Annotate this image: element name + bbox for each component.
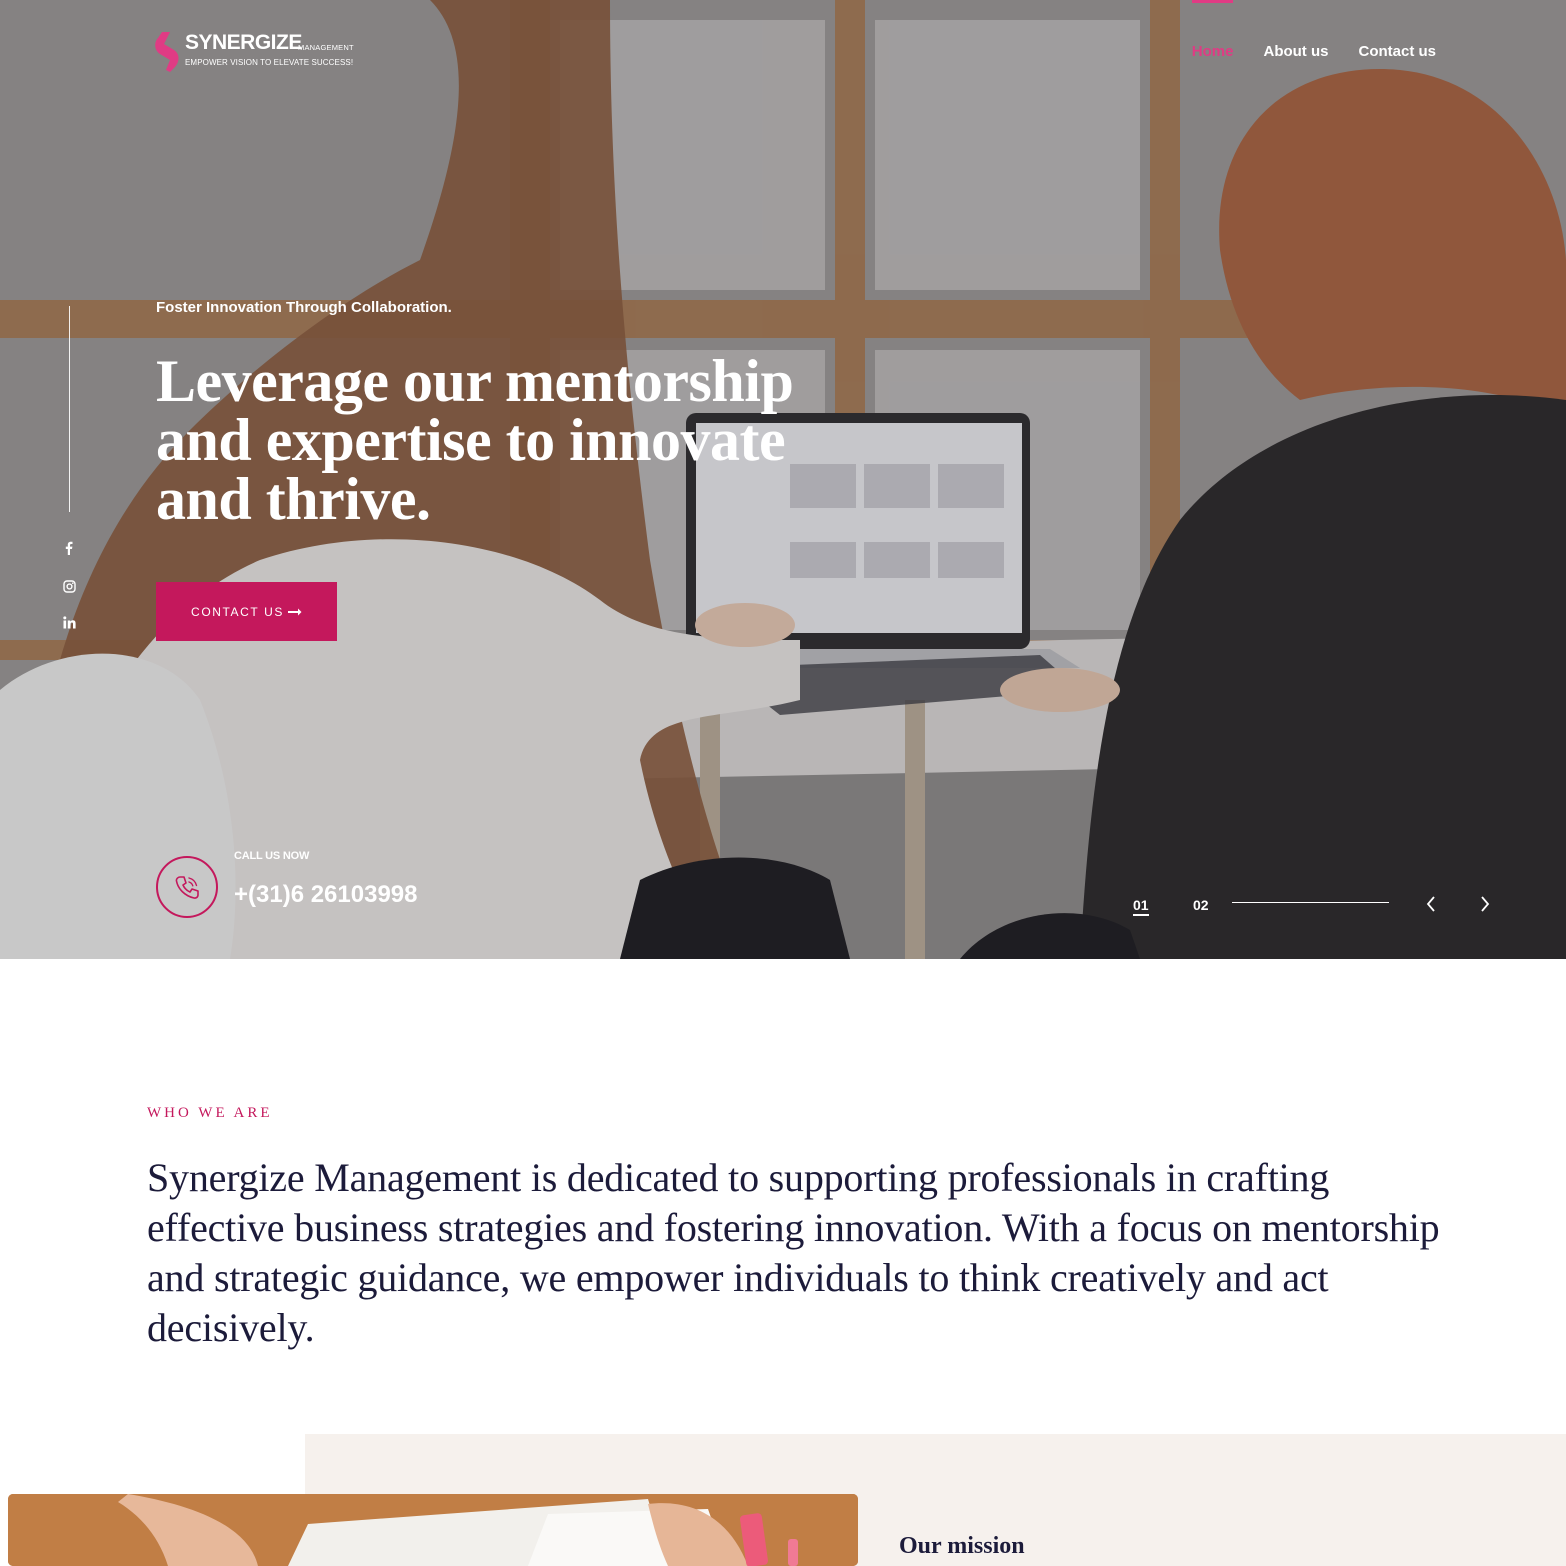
facebook-icon[interactable]: [58, 537, 80, 559]
slide-indicator-02[interactable]: 02: [1193, 897, 1209, 913]
chevron-right-icon: [1481, 896, 1490, 912]
main-nav: Home About us Contact us: [1191, 0, 1436, 70]
contact-us-button[interactable]: CONTACT US: [156, 582, 337, 641]
phone-number-link[interactable]: +(31)6 26103998: [234, 881, 418, 909]
brand-sub: MANAGEMENT: [298, 43, 354, 52]
nav-contact-us[interactable]: Contact us: [1358, 0, 1436, 70]
brand-logo[interactable]: SYNERGIZE MANAGEMENT EMPOWER VISION TO E…: [154, 28, 354, 74]
brand-tagline: EMPOWER VISION TO ELEVATE SUCCESS!: [185, 58, 354, 67]
slider-next-button[interactable]: [1472, 891, 1498, 917]
nav-about-us[interactable]: About us: [1263, 0, 1328, 70]
arrow-right-icon: [287, 608, 302, 615]
brand-name: SYNERGIZE: [185, 31, 302, 54]
who-we-are-text: Synergize Management is dedicated to sup…: [147, 1155, 1440, 1350]
linkedin-icon[interactable]: [58, 611, 80, 633]
contact-us-button-label: CONTACT US: [191, 604, 284, 619]
mission-image: [8, 1494, 858, 1566]
hero-headline: Leverage our mentorship and expertise to…: [156, 348, 794, 532]
hero-eyebrow: Foster Innovation Through Collaboration.: [156, 299, 452, 316]
hero-section: SYNERGIZE MANAGEMENT EMPOWER VISION TO E…: [0, 0, 1566, 959]
call-us-label: CALL US NOW: [234, 850, 310, 862]
mission-title: Our mission: [899, 1533, 1025, 1559]
chevron-left-icon: [1426, 896, 1435, 912]
nav-home[interactable]: Home: [1191, 0, 1233, 70]
who-we-are-label: WHO WE ARE: [147, 1105, 273, 1121]
slide-progress-track: [1232, 902, 1389, 903]
side-divider: [69, 306, 70, 512]
instagram-icon[interactable]: [58, 575, 80, 597]
slider-prev-button[interactable]: [1418, 891, 1444, 917]
slide-indicator-01[interactable]: 01: [1133, 897, 1149, 916]
logo-mark-icon: [155, 32, 179, 72]
phone-icon[interactable]: [156, 856, 218, 918]
